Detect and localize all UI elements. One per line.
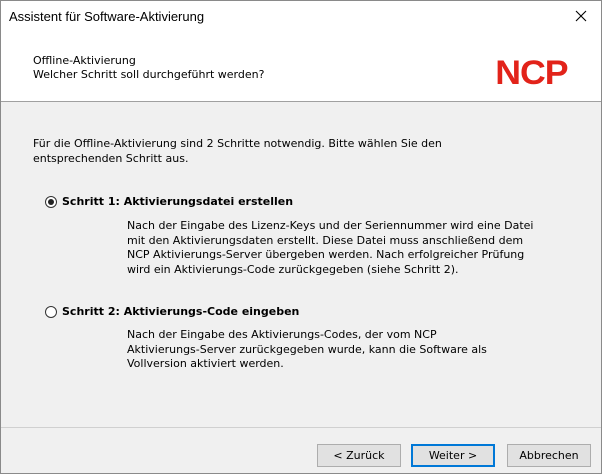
step-1-description: Nach der Eingabe des Lizenz-Keys und der… [127,219,567,277]
step-2-label[interactable]: Schritt 2: Aktivierungs-Code eingeben [62,305,299,318]
step-2-desc-line: Nach der Eingabe des Aktivierungs-Codes,… [127,328,437,341]
header-title: Offline-Aktivierung [33,54,136,67]
cancel-button[interactable]: Abbrechen [507,444,591,467]
intro-text: Für die Offline-Aktivierung sind 2 Schri… [33,136,573,166]
option-step-1[interactable]: Schritt 1: Aktivierungsdatei erstellen [45,195,293,208]
intro-line-2: entsprechenden Schritt aus. [33,152,189,165]
back-button[interactable]: < Zurück [317,444,401,467]
next-button[interactable]: Weiter > [411,444,495,467]
option-step-2[interactable]: Schritt 2: Aktivierungs-Code eingeben [45,305,299,318]
step-1-radio[interactable] [45,195,57,208]
step-2-description: Nach der Eingabe des Aktivierungs-Codes,… [127,328,567,372]
step-2-desc-line: Aktivierungs-Server zurückgegeben wurde,… [127,342,487,356]
step-1-label[interactable]: Schritt 1: Aktivierungsdatei erstellen [62,195,293,208]
window-title: Assistent für Software-Aktivierung [9,9,205,24]
footer-divider [1,427,601,428]
step-1-desc-line: mit den Aktivierungsdaten erstellt. Dies… [127,233,524,247]
header-subtitle: Welcher Schritt soll durchgeführt werden… [33,68,265,81]
step-1-desc-line: Nach der Eingabe des Lizenz-Keys und der… [127,219,534,232]
activation-dialog: Assistent für Software-Aktivierung Offli… [0,0,602,474]
ncp-logo: NCP [495,54,568,92]
wizard-header: Offline-Aktivierung Welcher Schritt soll… [1,31,601,102]
wizard-content: Für die Offline-Aktivierung sind 2 Schri… [1,102,601,427]
step-2-desc-line: Vollversion aktiviert werden. [127,357,284,370]
close-icon [575,10,587,22]
step-1-desc-line: NCP Aktivierungs-Server übergeben werden… [127,248,525,261]
close-button[interactable] [561,1,601,31]
step-1-desc-line: wird ein Aktivierungs-Code zurückgegeben… [127,262,459,276]
title-bar: Assistent für Software-Aktivierung [1,1,601,31]
step-2-radio[interactable] [45,305,57,318]
intro-line-1: Für die Offline-Aktivierung sind 2 Schri… [33,137,442,150]
